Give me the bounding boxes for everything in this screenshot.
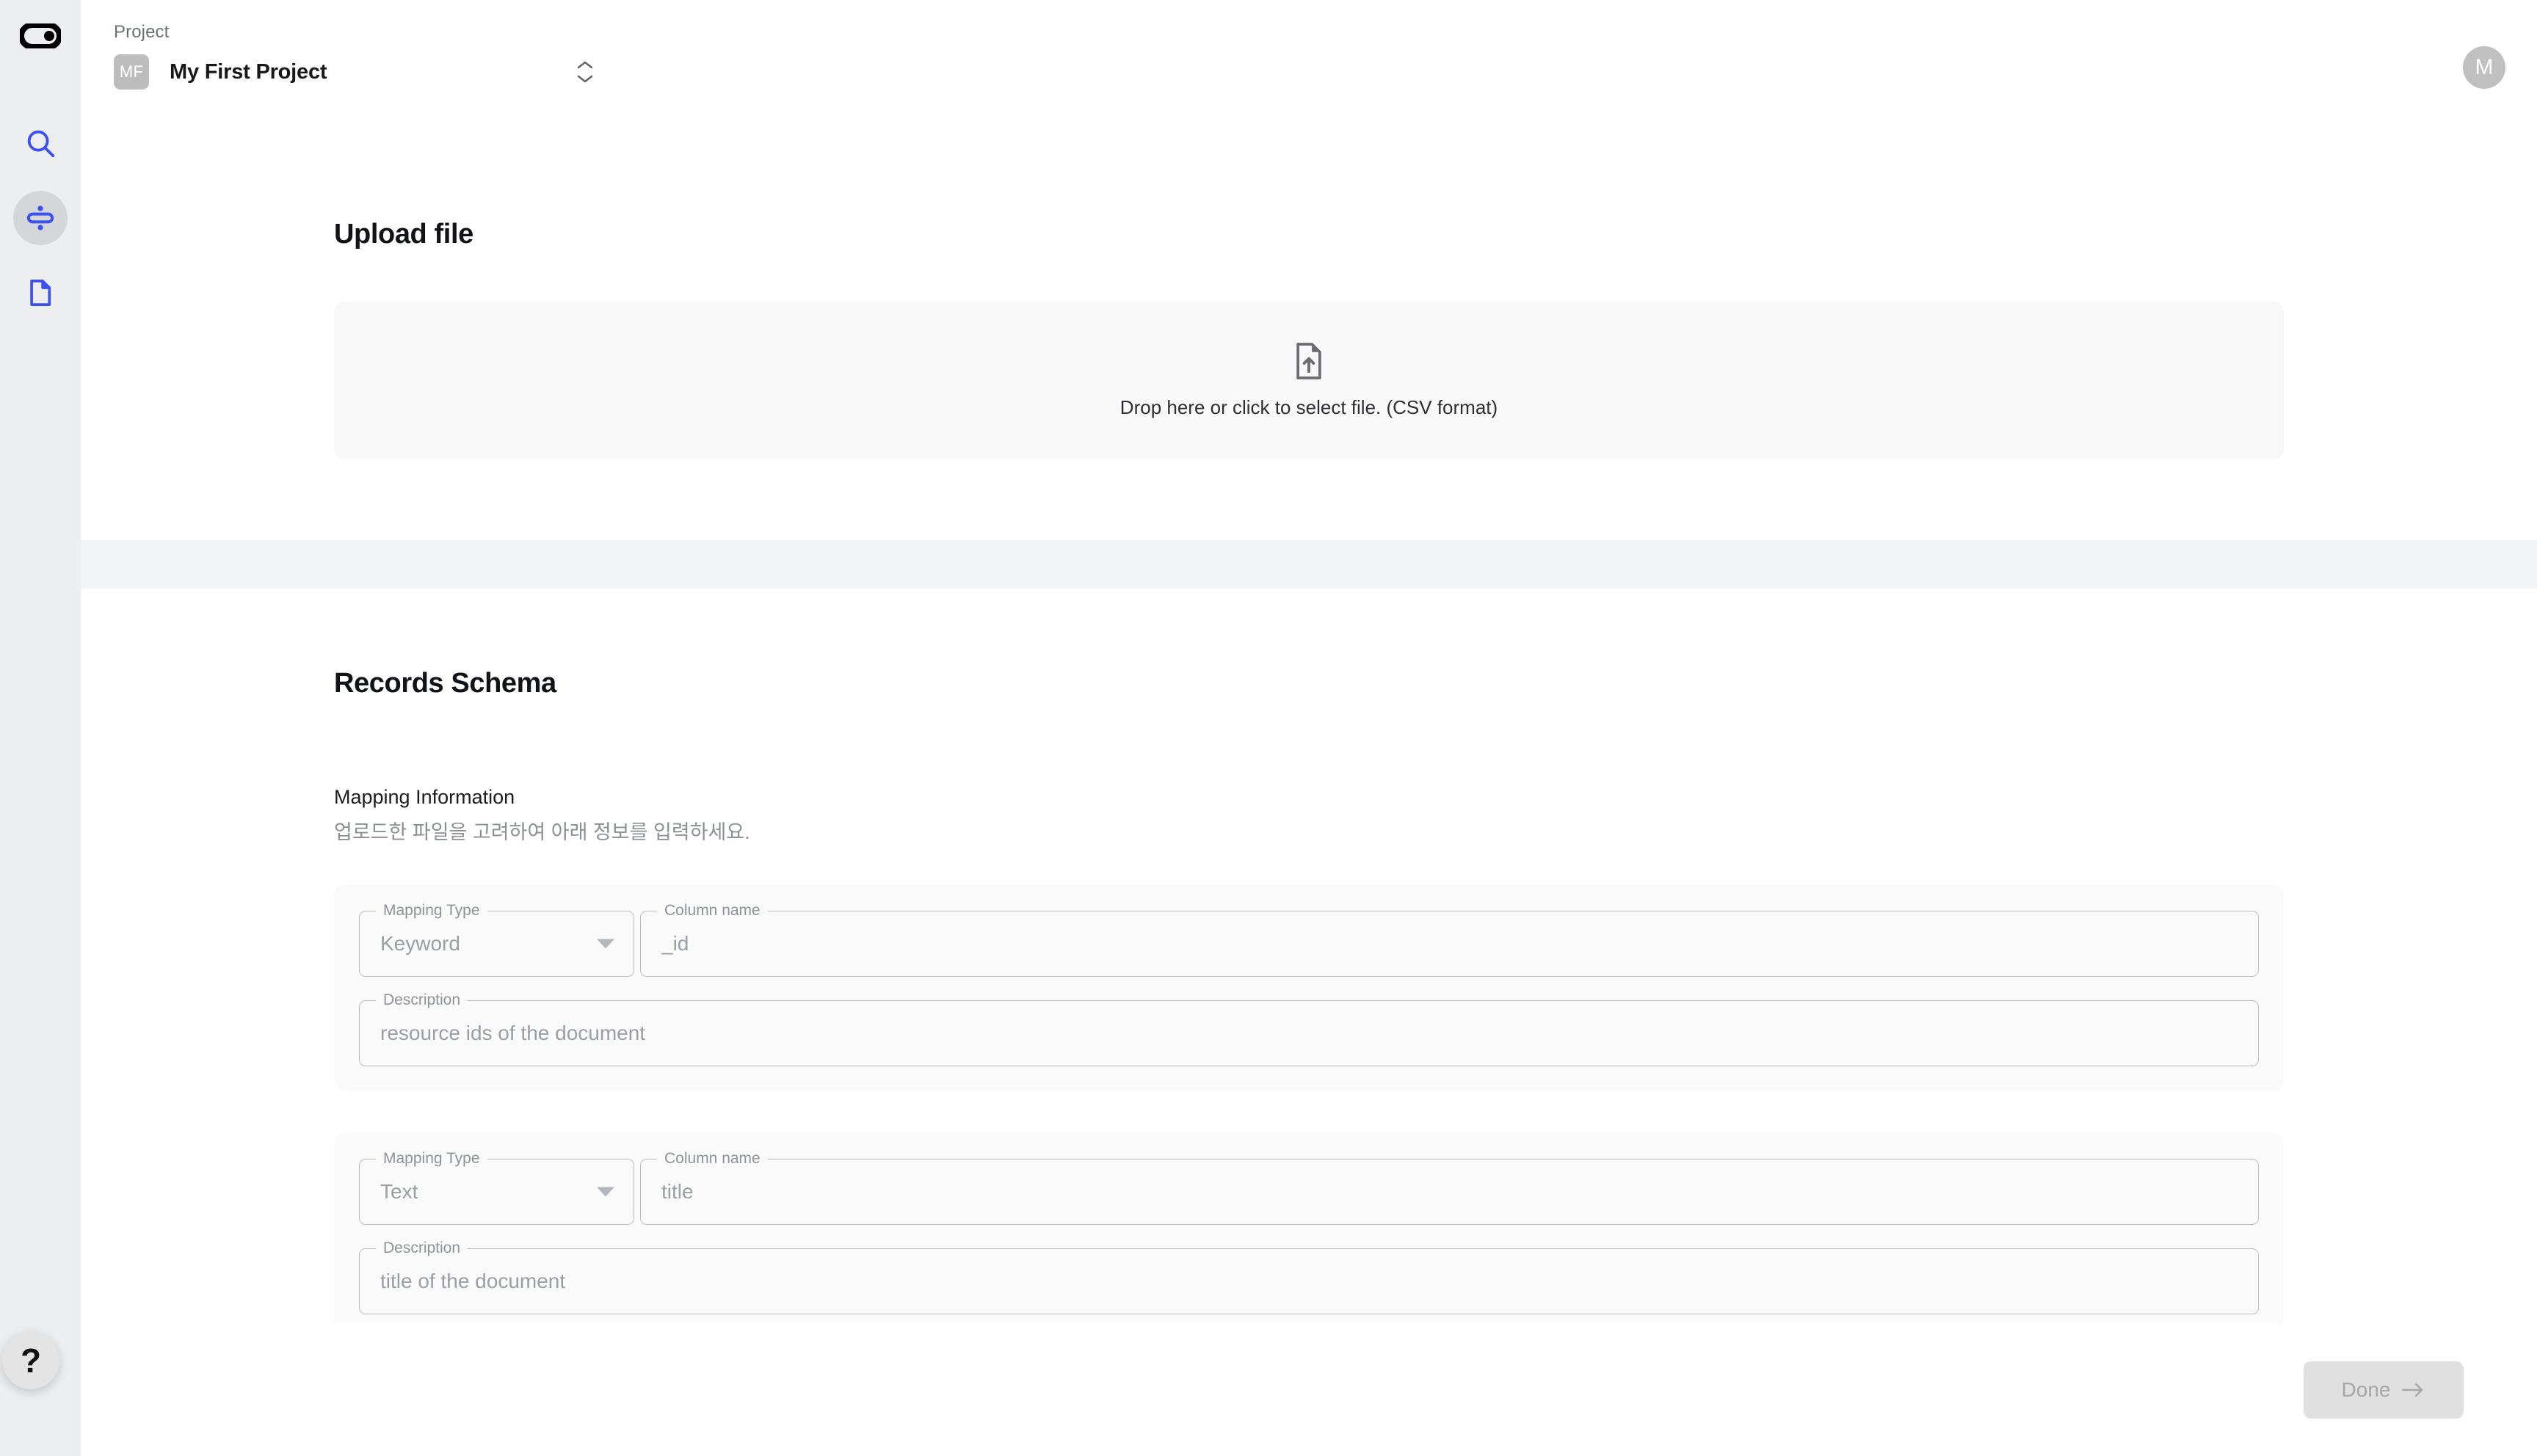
description-label: Description: [376, 992, 468, 1008]
schema-section-title: Records Schema: [334, 668, 556, 699]
project-name: My First Project: [170, 59, 327, 84]
main-area: Project MF My First Project M Upload fil…: [81, 0, 2537, 1456]
mapping-type-select[interactable]: Mapping Type Keyword: [359, 903, 634, 977]
mapping-information-title: Mapping Information: [334, 786, 515, 808]
description-value: resource ids of the document: [380, 1022, 646, 1044]
user-avatar[interactable]: M: [2463, 46, 2505, 89]
column-name-input[interactable]: Column name _id: [640, 903, 2259, 977]
project-row: MF My First Project: [114, 53, 593, 91]
mapping-card-row: Mapping Type Keyword Column name _id: [359, 903, 2259, 977]
column-name-value: title: [661, 1180, 694, 1203]
done-button[interactable]: Done: [2304, 1361, 2464, 1419]
mapping-card: Mapping Type Text Column name title Desc…: [334, 1132, 2284, 1324]
upload-section: Upload file Drop here or click to select…: [81, 125, 2537, 540]
file-dropzone[interactable]: Drop here or click to select file. (CSV …: [334, 302, 2284, 459]
dropdown-arrow-icon: [597, 939, 614, 949]
description-input[interactable]: Description title of the document: [359, 1240, 2259, 1314]
topbar: Project MF My First Project M: [81, 0, 2537, 125]
mapping-information-subtitle: 업로드한 파일을 고려하여 아래 정보를 입력하세요.: [334, 821, 750, 843]
help-button[interactable]: ?: [2, 1332, 59, 1389]
document-icon: [30, 280, 51, 306]
brand-logo[interactable]: [18, 22, 62, 50]
sidebar: ?: [0, 0, 81, 1456]
column-name-input[interactable]: Column name title: [640, 1151, 2259, 1225]
chevron-up-down-icon[interactable]: [576, 60, 594, 84]
project-selector[interactable]: Project MF My First Project: [114, 22, 593, 91]
upload-section-title: Upload file: [334, 219, 473, 250]
divide-icon: [26, 205, 54, 230]
done-button-label: Done: [2341, 1378, 2391, 1401]
sidebar-item-records[interactable]: [13, 191, 68, 245]
records-schema-section: Records Schema Mapping Information 업로드한 …: [81, 589, 2537, 1324]
sidebar-item-search[interactable]: [13, 116, 68, 170]
description-input[interactable]: Description resource ids of the document: [359, 992, 2259, 1066]
mapping-type-label: Mapping Type: [376, 1151, 487, 1167]
chevron-down-icon: [577, 75, 593, 83]
footer-bar: Done: [81, 1324, 2537, 1456]
description-label: Description: [376, 1240, 468, 1256]
content-scroll-area: Upload file Drop here or click to select…: [81, 125, 2537, 1324]
dropdown-arrow-icon: [597, 1187, 614, 1197]
project-avatar: MF: [114, 54, 149, 90]
arrow-right-icon: [2402, 1383, 2423, 1397]
toggle-pill-logo-icon: [20, 23, 61, 48]
sidebar-item-documents[interactable]: [13, 266, 68, 320]
project-label: Project: [114, 22, 170, 42]
help-button-label: ?: [20, 1342, 42, 1380]
mapping-card: Mapping Type Keyword Column name _id Des…: [334, 884, 2284, 1091]
column-name-label: Column name: [657, 1151, 768, 1167]
app-root: ? Project MF My First Project M Upload f…: [0, 0, 2537, 1456]
mapping-type-label: Mapping Type: [376, 903, 487, 919]
column-name-value: _id: [661, 932, 689, 955]
file-upload-icon: [1296, 343, 1321, 379]
mapping-type-value: Text: [380, 1180, 418, 1203]
mapping-card-row: Mapping Type Text Column name title: [359, 1151, 2259, 1225]
search-icon: [27, 130, 55, 158]
description-value: title of the document: [380, 1270, 566, 1292]
chevron-up-icon: [577, 61, 593, 69]
mapping-type-select[interactable]: Mapping Type Text: [359, 1151, 634, 1225]
mapping-information-header: Mapping Information 업로드한 파일을 고려하여 아래 정보를…: [334, 786, 2284, 845]
mapping-type-value: Keyword: [380, 932, 460, 955]
column-name-label: Column name: [657, 903, 768, 919]
dropzone-text: Drop here or click to select file. (CSV …: [1119, 396, 1498, 418]
section-divider: [81, 540, 2537, 589]
